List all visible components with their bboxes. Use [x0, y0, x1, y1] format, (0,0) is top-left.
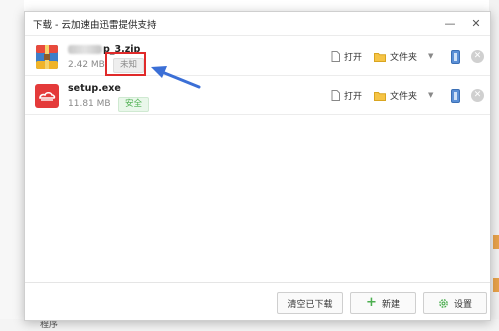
download-item[interactable]: p_3.zip 2.42 MB 未知 打开 文件夹 ▼ ✕	[25, 39, 490, 76]
open-label: 打开	[344, 53, 363, 63]
background-orange-mark	[493, 235, 499, 249]
file-name: setup.exe	[68, 83, 121, 94]
minimize-button[interactable]: —	[444, 17, 456, 30]
clear-downloaded-button[interactable]: 清空已下载	[277, 292, 343, 314]
file-size: 2.42 MB	[68, 60, 105, 70]
open-folder-button[interactable]: 文件夹	[374, 50, 417, 63]
phone-icon[interactable]	[451, 89, 460, 103]
file-icon	[331, 90, 340, 101]
new-download-button[interactable]: + 新建	[350, 292, 416, 314]
download-dialog: 下载 - 云加速由迅雷提供支持 — ✕ p_3.zip 2.42 MB 未知 打…	[24, 11, 491, 321]
background-orange-mark	[493, 278, 499, 292]
new-label: 新建	[381, 299, 400, 310]
delete-item-button[interactable]: ✕	[471, 89, 484, 102]
open-folder-button[interactable]: 文件夹	[374, 89, 417, 102]
folder-label: 文件夹	[390, 92, 418, 102]
file-icon	[331, 51, 340, 62]
open-file-button[interactable]: 打开	[331, 89, 362, 102]
footer-bar: 清空已下载 + 新建 设置	[25, 282, 490, 320]
open-label: 打开	[344, 92, 363, 102]
phone-icon[interactable]	[451, 50, 460, 64]
zip-archive-icon	[36, 45, 58, 69]
title-bar: 下载 - 云加速由迅雷提供支持 — ✕	[25, 12, 490, 36]
window-title: 下载 - 云加速由迅雷提供支持	[33, 19, 157, 31]
open-file-button[interactable]: 打开	[331, 50, 362, 63]
clear-label: 清空已下载	[287, 299, 333, 310]
folder-icon	[374, 52, 386, 62]
plus-icon: +	[366, 295, 377, 310]
file-size: 11.81 MB	[68, 99, 111, 109]
blurred-filename-part	[68, 45, 102, 54]
status-badge: 安全	[118, 97, 150, 112]
close-button[interactable]: ✕	[470, 17, 482, 30]
gear-icon	[439, 298, 448, 308]
window-controls: — ✕	[444, 17, 482, 30]
download-item[interactable]: setup.exe 11.81 MB 安全 打开 文件夹 ▼ ✕	[25, 78, 490, 115]
app-logo-icon	[35, 84, 59, 108]
settings-label: 设置	[453, 299, 472, 310]
highlight-box	[105, 52, 146, 76]
chevron-down-icon[interactable]: ▼	[428, 91, 433, 99]
folder-label: 文件夹	[390, 53, 418, 63]
chevron-down-icon[interactable]: ▼	[428, 52, 433, 60]
folder-icon	[374, 91, 386, 101]
settings-button[interactable]: 设置	[423, 292, 487, 314]
delete-item-button[interactable]: ✕	[471, 50, 484, 63]
background-page-left	[0, 0, 24, 331]
